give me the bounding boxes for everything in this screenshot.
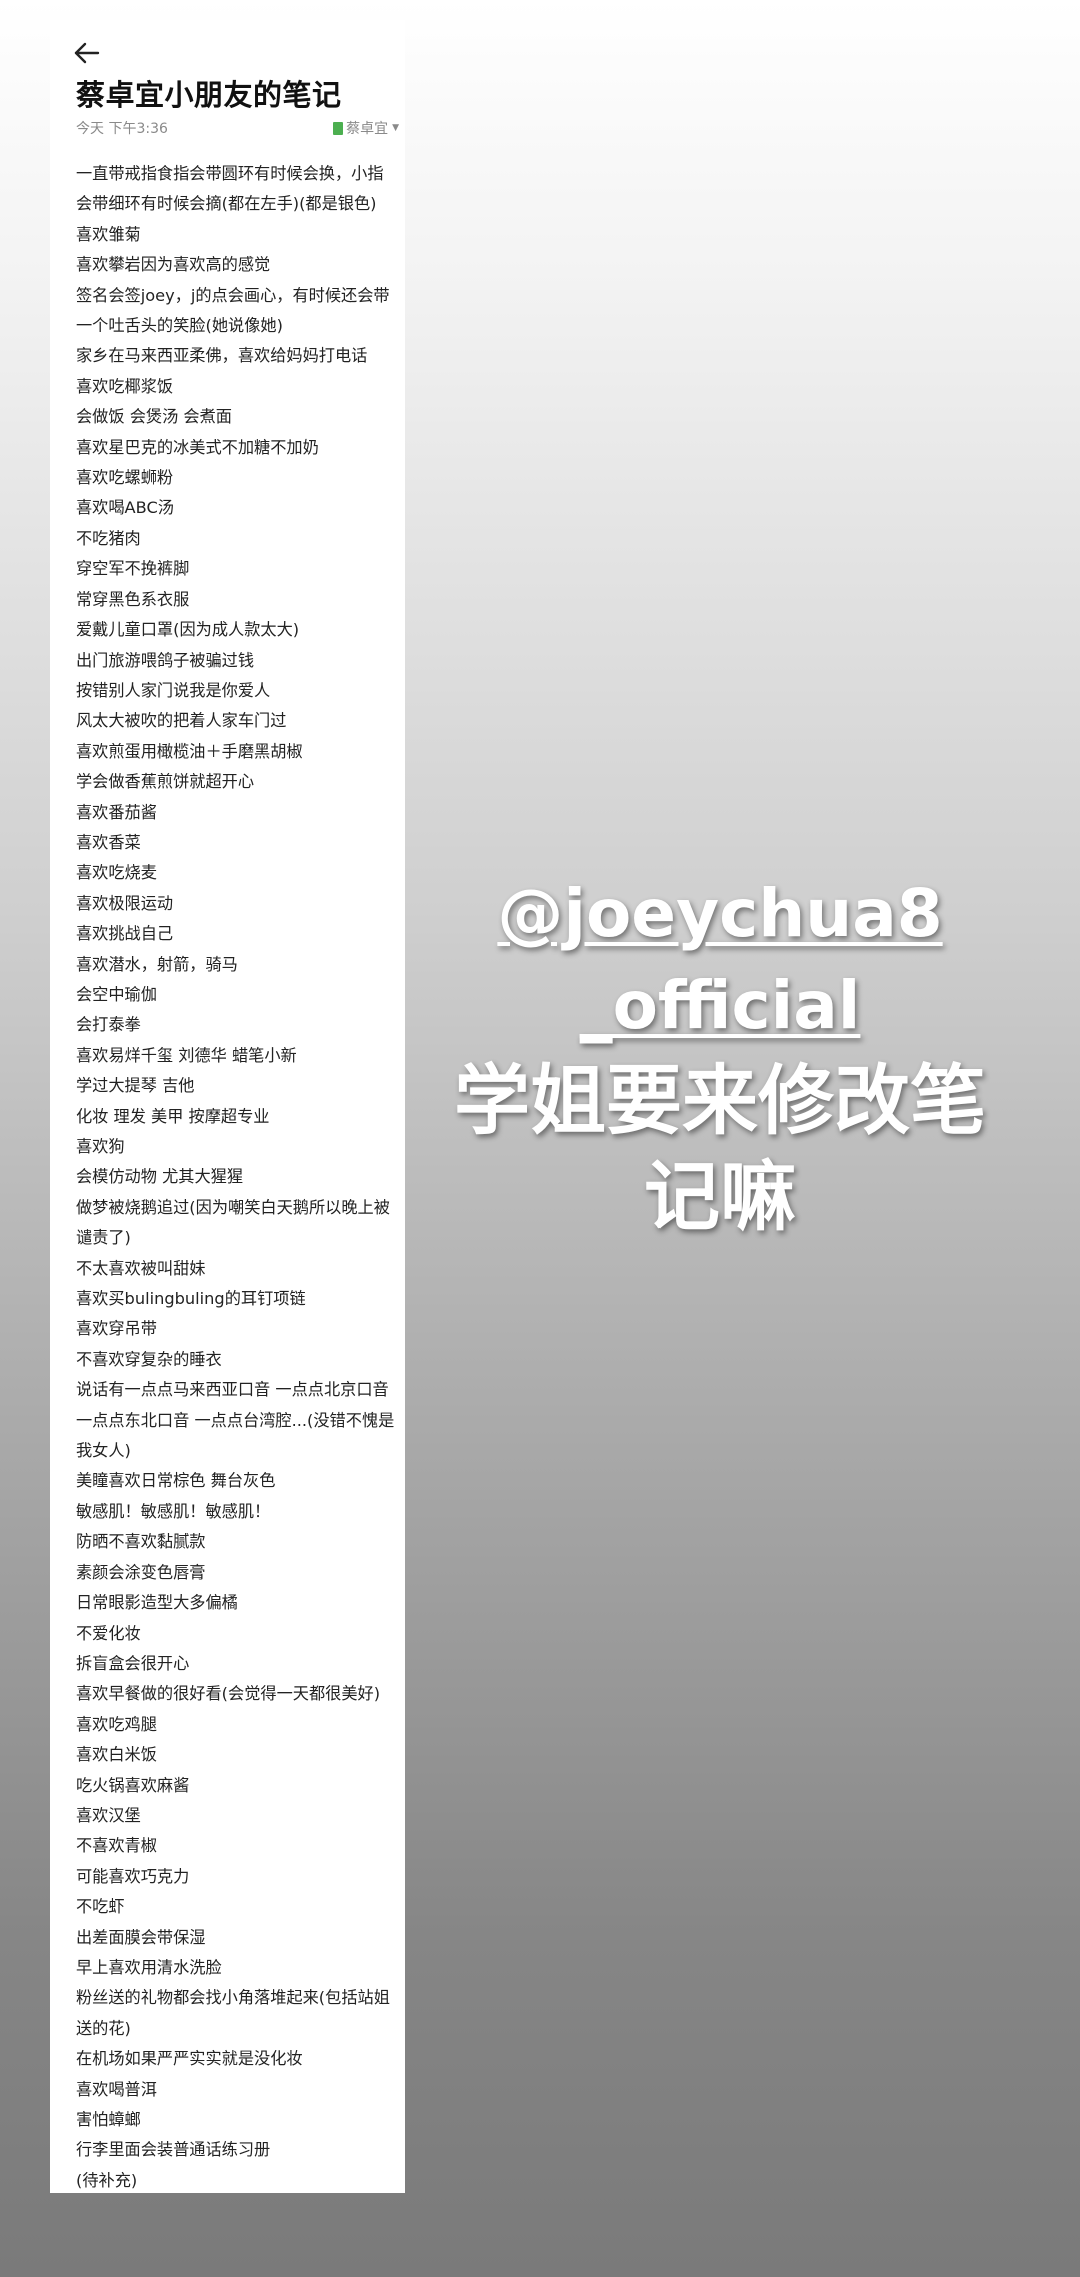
note-line: 行李里面会装普通话练习册 — [76, 2140, 271, 2160]
note-line: 会模仿动物 尤其大猩猩 — [76, 1167, 244, 1187]
note-line: 不喜欢青椒 — [76, 1836, 157, 1856]
note-line: 说话有一点点马来西亚口音 一点点北京口音 — [76, 1380, 389, 1400]
note-line: 一点点东北口音 一点点台湾腔...(没错不愧是 — [76, 1410, 395, 1430]
note-line: 化妆 理发 美甲 按摩超专业 — [76, 1106, 270, 1126]
note-line: 喜欢狗 — [76, 1137, 125, 1156]
watermark: @joeychua8 _official 学姐要来修改笔 记嘛 — [420, 868, 1020, 1244]
note-timestamp: 今天 下午3:36 — [76, 121, 168, 137]
note-line: 不爱化妆 — [76, 1623, 141, 1643]
note-line: 我女人) — [76, 1441, 131, 1461]
watermark-handle-line1: @joeychua8 — [497, 875, 943, 952]
note-line: 做梦被烧鹅追过(因为嘲笑白天鹅所以晚上被 — [76, 1197, 390, 1217]
note-line: 喜欢吃椰浆饭 — [76, 376, 174, 396]
note-line: 早上喜欢用清水洗脸 — [76, 1957, 222, 1977]
note-line: 粉丝送的礼物都会找小角落堆起来(包括站姐 — [76, 1988, 390, 2008]
note-line: 不喜欢穿复杂的睡衣 — [76, 1349, 222, 1369]
note-line: 不吃虾 — [76, 1897, 125, 1917]
note-line: 会打泰拳 — [76, 1015, 141, 1035]
note-line: 送的花) — [76, 2018, 131, 2038]
note-line: 风太大被吹的把着人家车门过 — [76, 711, 287, 731]
note-line: 会空中瑜伽 — [76, 984, 157, 1004]
note-line: 学过大提琴 吉他 — [76, 1076, 195, 1096]
note-line: (待补充) — [76, 2170, 138, 2190]
note-line: 穿空军不挽裤脚 — [76, 559, 190, 579]
note-line: 常穿黑色系衣服 — [76, 589, 190, 609]
note-line: 会做饭 会煲汤 会煮面 — [76, 407, 232, 427]
note-line: 吃火锅喜欢麻酱 — [76, 1775, 190, 1795]
note-line: 喜欢易烊千玺 刘德华 蜡笔小新 — [76, 1045, 297, 1065]
note-line: 一个吐舌头的笑脸(她说像她) — [76, 316, 283, 336]
note-line: 喜欢买bulingbuling的耳钉项链 — [76, 1289, 306, 1309]
note-line: 谴责了) — [76, 1228, 131, 1248]
note-line: 喜欢煎蛋用橄榄油＋手磨黑胡椒 — [76, 741, 303, 761]
note-body[interactable]: 一直带戒指食指会带圆环有时候会换，小指 会带细环有时候会摘(都在左手)(都是银色)… — [76, 159, 397, 2196]
note-line: 素颜会涂变色唇膏 — [76, 1562, 206, 1582]
note-line: 喜欢吃烧麦 — [76, 863, 157, 883]
note-line: 不吃猪肉 — [76, 528, 141, 548]
note-line: 喜欢香菜 — [76, 832, 141, 852]
note-line: 喜欢番茄酱 — [76, 802, 157, 822]
note-line: 害怕蟑螂 — [76, 2110, 141, 2129]
caret-down-icon: ▼ — [392, 123, 399, 133]
note-line: 会带细环有时候会摘(都在左手)(都是银色) — [76, 194, 377, 214]
note-line: 敏感肌！敏感肌！敏感肌！ — [76, 1501, 271, 1521]
note-line: 喜欢雏菊 — [76, 224, 141, 244]
note-line: 喜欢攀岩因为喜欢高的感觉 — [76, 255, 271, 275]
note-line: 喜欢星巴克的冰美式不加糖不加奶 — [76, 437, 319, 457]
note-line: 一直带戒指食指会带圆环有时候会换，小指 — [76, 164, 384, 183]
note-line: 签名会签joey，j的点会画心，有时候还会带 — [76, 285, 390, 305]
note-line: 学会做香蕉煎饼就超开心 — [76, 772, 255, 792]
note-line: 喜欢吃螺蛳粉 — [76, 468, 174, 488]
note-line: 喜欢潜水，射箭，骑马 — [76, 954, 238, 974]
watermark-caption-line1: 学姐要来修改笔 — [454, 1056, 986, 1145]
note-line: 喜欢白米饭 — [76, 1745, 157, 1765]
note-line: 爱戴儿童口罩(因为成人款太大) — [76, 620, 300, 640]
notebook-icon — [333, 121, 344, 135]
note-line: 日常眼影造型大多偏橘 — [76, 1593, 238, 1613]
note-line: 家乡在马来西亚柔佛，喜欢给妈妈打电话 — [76, 346, 368, 366]
note-line: 喜欢挑战自己 — [76, 924, 174, 944]
note-line: 出差面膜会带保湿 — [76, 1927, 206, 1947]
note-line: 防晒不喜欢黏腻款 — [76, 1532, 206, 1552]
note-line: 出门旅游喂鸽子被骗过钱 — [76, 650, 255, 670]
note-line: 拆盲盒会很开心 — [76, 1653, 190, 1673]
note-meta: 今天 下午3:36 蔡卓宜 ▼ — [76, 118, 399, 138]
note-line: 喜欢早餐做的很好看(会觉得一天都很美好) — [76, 1684, 381, 1704]
notebook-selector[interactable]: 蔡卓宜 ▼ — [333, 118, 399, 138]
note-line: 喜欢极限运动 — [76, 893, 174, 913]
watermark-caption-line2: 记嘛 — [644, 1152, 796, 1241]
note-line: 喜欢穿吊带 — [76, 1319, 157, 1339]
note-line: 喜欢喝普洱 — [76, 2079, 157, 2099]
note-line: 按错别人家门说我是你爱人 — [76, 680, 271, 700]
note-line: 可能喜欢巧克力 — [76, 1866, 190, 1886]
note-line: 不太喜欢被叫甜妹 — [76, 1258, 206, 1278]
notebook-name: 蔡卓宜 — [346, 121, 389, 137]
note-line: 喜欢汉堡 — [76, 1805, 141, 1825]
note-line: 在机场如果严严实实就是没化妆 — [76, 2049, 303, 2069]
note-line: 喜欢吃鸡腿 — [76, 1714, 157, 1734]
note-line: 美瞳喜欢日常棕色 舞台灰色 — [76, 1471, 276, 1491]
note-title: 蔡卓宜小朋友的笔记 — [76, 78, 342, 112]
note-line: 喜欢喝ABC汤 — [76, 498, 174, 518]
watermark-handle-line2: _official — [579, 967, 861, 1044]
note-panel: 蔡卓宜小朋友的笔记 今天 下午3:36 蔡卓宜 ▼ 一直带戒指食指会带圆环有时候… — [50, 20, 405, 2193]
back-arrow-icon[interactable] — [72, 38, 102, 68]
